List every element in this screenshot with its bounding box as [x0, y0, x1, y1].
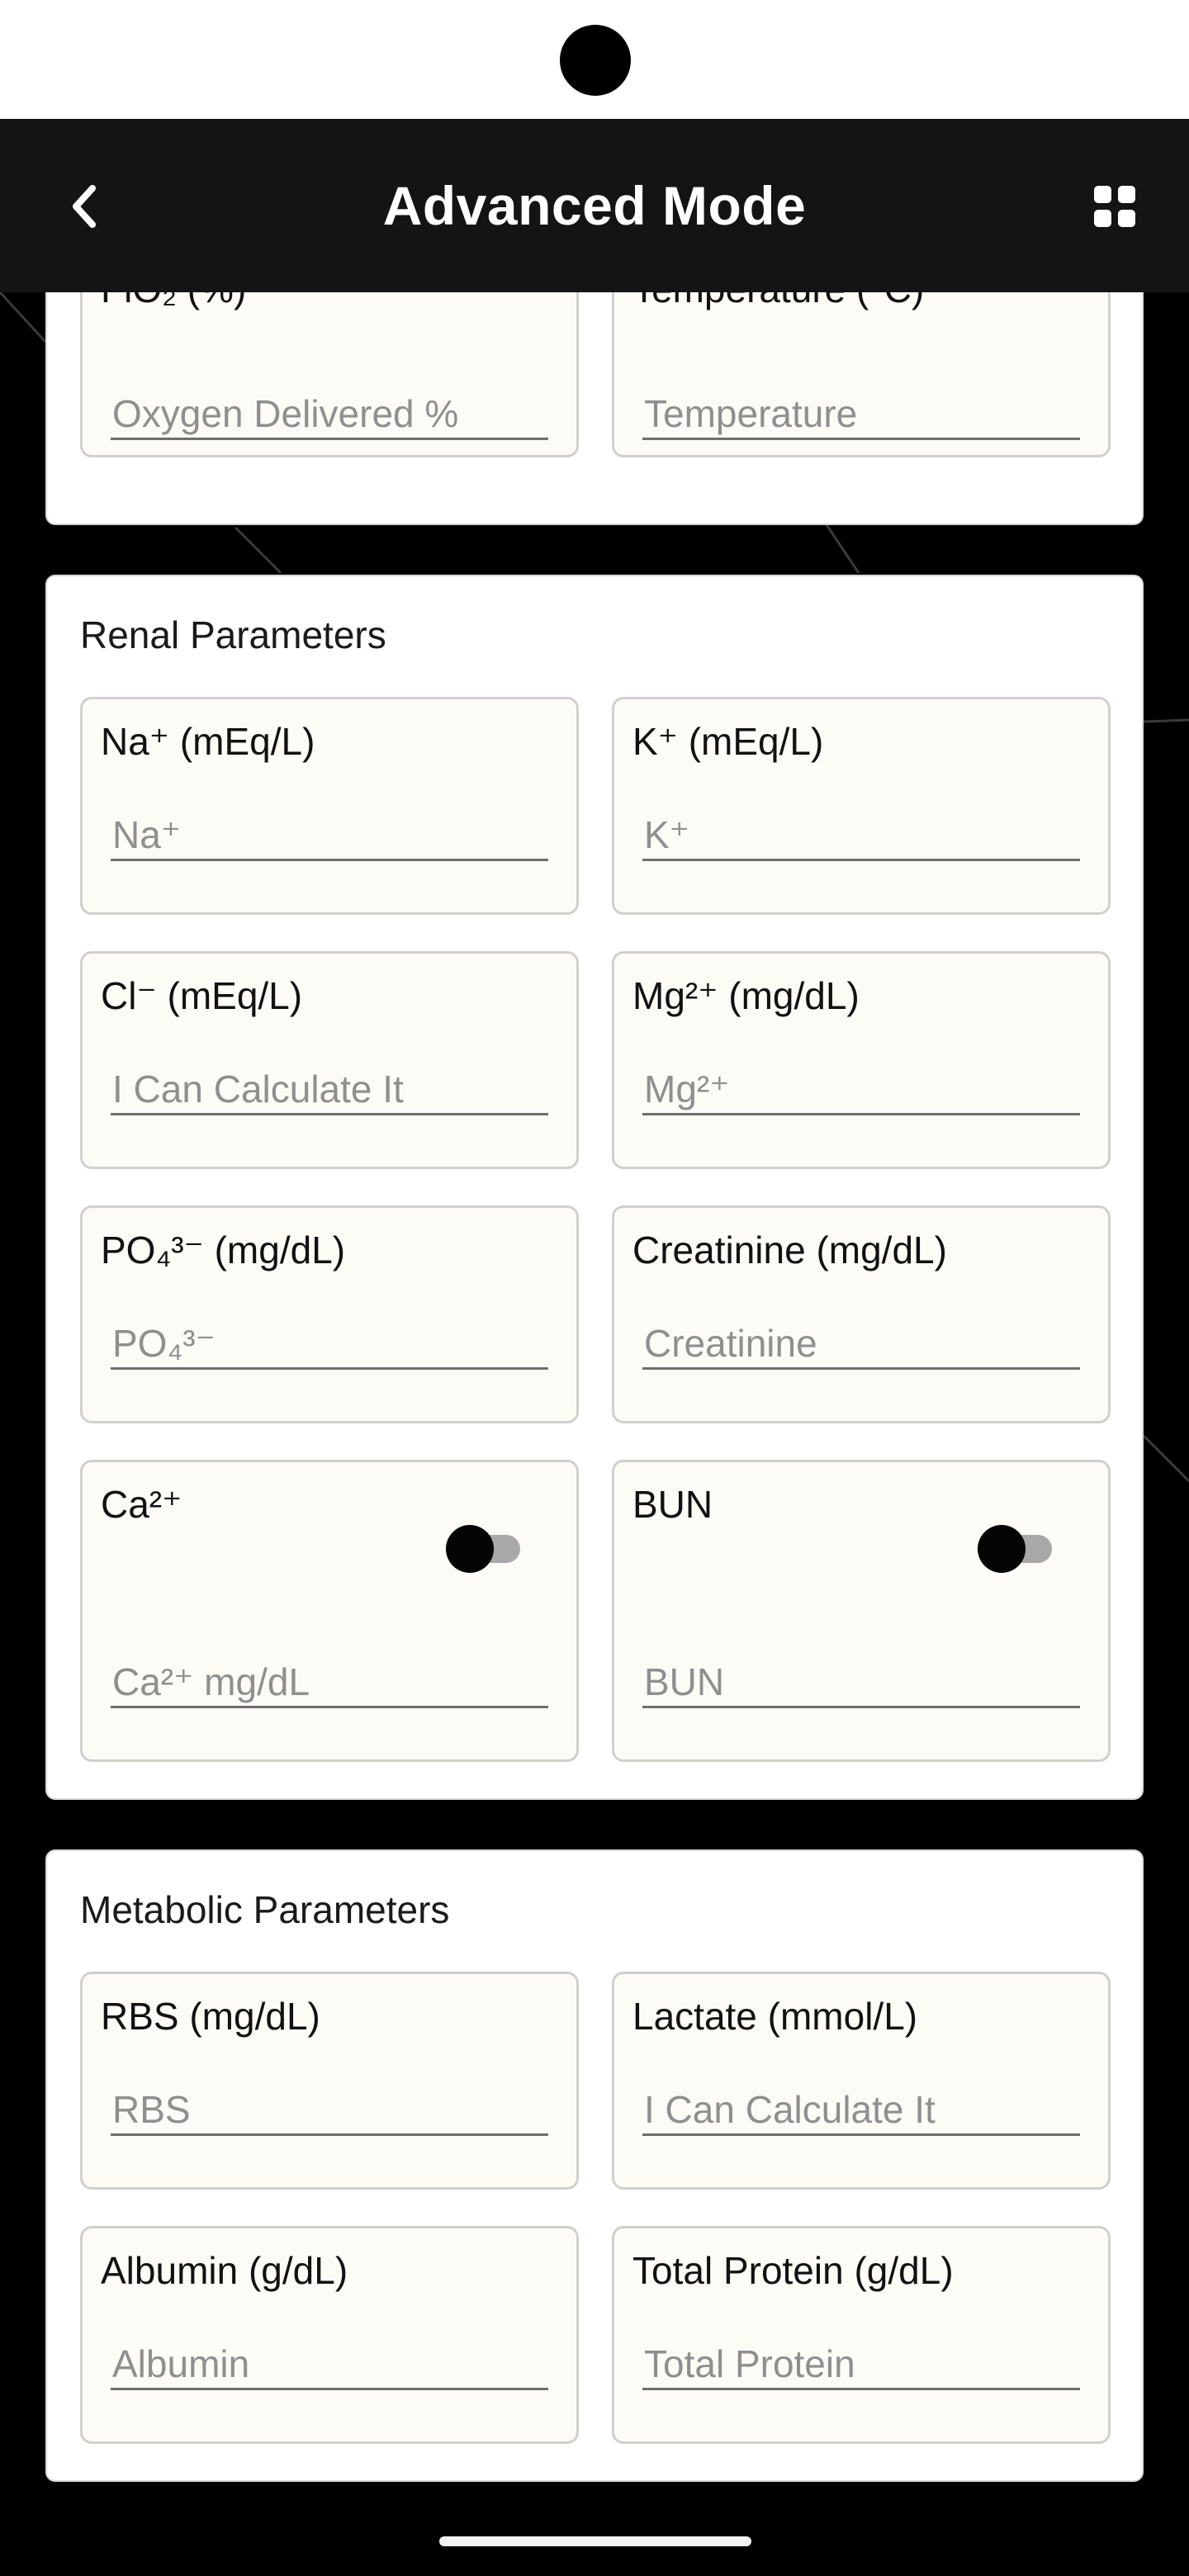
- calcium-toggle-thumb: [446, 1525, 494, 1573]
- grid-icon: [1094, 186, 1135, 227]
- scroll-content[interactable]: FiO₂ (%) Temperature (°C) Renal Paramete…: [0, 292, 1189, 2522]
- creatinine-input[interactable]: [642, 1319, 1080, 1370]
- creatinine-field: Creatinine (mg/dL): [612, 1205, 1111, 1423]
- lactate-input[interactable]: [642, 2085, 1080, 2136]
- page-title: Advanced Mode: [382, 175, 807, 236]
- magnesium-field: Mg²⁺ (mg/dL): [612, 951, 1111, 1169]
- temperature-input[interactable]: [642, 389, 1080, 440]
- temperature-label: Temperature (°C): [632, 292, 924, 311]
- bun-input[interactable]: [642, 1657, 1080, 1708]
- bun-field: BUN: [612, 1460, 1111, 1762]
- potassium-field: K⁺ (mEq/L): [612, 697, 1111, 915]
- lactate-field: Lactate (mmol/L): [612, 1972, 1111, 2190]
- albumin-input[interactable]: [111, 2339, 548, 2390]
- back-button[interactable]: [51, 173, 117, 239]
- fio2-field: FiO₂ (%): [80, 292, 579, 457]
- renal-parameters-card: Renal Parameters Na⁺ (mEq/L) K⁺ (mEq/L) …: [45, 575, 1144, 1800]
- magnesium-input[interactable]: [642, 1064, 1080, 1115]
- sodium-field: Na⁺ (mEq/L): [80, 697, 579, 915]
- metabolic-parameters-card: Metabolic Parameters RBS (mg/dL) Lactate…: [45, 1849, 1144, 2482]
- albumin-label: Albumin (g/dL): [101, 2249, 348, 2292]
- calcium-input[interactable]: [111, 1657, 548, 1708]
- rbs-label: RBS (mg/dL): [101, 1995, 320, 2038]
- fio2-label: FiO₂ (%): [101, 292, 246, 311]
- magnesium-label: Mg²⁺ (mg/dL): [632, 974, 860, 1017]
- phosphate-input[interactable]: [111, 1319, 548, 1370]
- app-bar: Advanced Mode: [0, 119, 1189, 292]
- bun-toggle-thumb: [978, 1525, 1026, 1573]
- front-camera: [560, 25, 631, 96]
- status-bar: [0, 0, 1189, 119]
- potassium-label: K⁺ (mEq/L): [632, 720, 824, 763]
- rbs-field: RBS (mg/dL): [80, 1972, 579, 2190]
- sodium-input[interactable]: [111, 810, 548, 861]
- renal-parameters-title: Renal Parameters: [80, 613, 386, 656]
- chloride-label: Cl⁻ (mEq/L): [101, 974, 303, 1017]
- bun-unit-toggle[interactable]: [978, 1523, 1057, 1573]
- potassium-input[interactable]: [642, 810, 1080, 861]
- albumin-field: Albumin (g/dL): [80, 2226, 579, 2444]
- phosphate-label: PO₄³⁻ (mg/dL): [101, 1229, 346, 1271]
- rbs-input[interactable]: [111, 2085, 548, 2136]
- grid-menu-button[interactable]: [1082, 173, 1148, 239]
- phosphate-field: PO₄³⁻ (mg/dL): [80, 1205, 579, 1423]
- fio2-input[interactable]: [111, 389, 548, 440]
- temperature-field: Temperature (°C): [612, 292, 1111, 457]
- total-protein-label: Total Protein (g/dL): [632, 2249, 954, 2292]
- calcium-label: Ca²⁺: [101, 1483, 182, 1526]
- home-indicator[interactable]: [439, 2536, 751, 2546]
- total-protein-field: Total Protein (g/dL): [612, 2226, 1111, 2444]
- metabolic-parameters-title: Metabolic Parameters: [80, 1888, 450, 1931]
- chevron-left-icon: [73, 185, 96, 228]
- chloride-input[interactable]: [111, 1064, 548, 1115]
- creatinine-label: Creatinine (mg/dL): [632, 1229, 947, 1271]
- bun-label: BUN: [632, 1483, 713, 1526]
- calcium-unit-toggle[interactable]: [446, 1523, 525, 1573]
- total-protein-input[interactable]: [642, 2339, 1080, 2390]
- chloride-field: Cl⁻ (mEq/L): [80, 951, 579, 1169]
- blood-gas-card: FiO₂ (%) Temperature (°C): [45, 292, 1144, 525]
- lactate-label: Lactate (mmol/L): [632, 1995, 918, 2038]
- sodium-label: Na⁺ (mEq/L): [101, 720, 315, 763]
- calcium-field: Ca²⁺: [80, 1460, 579, 1762]
